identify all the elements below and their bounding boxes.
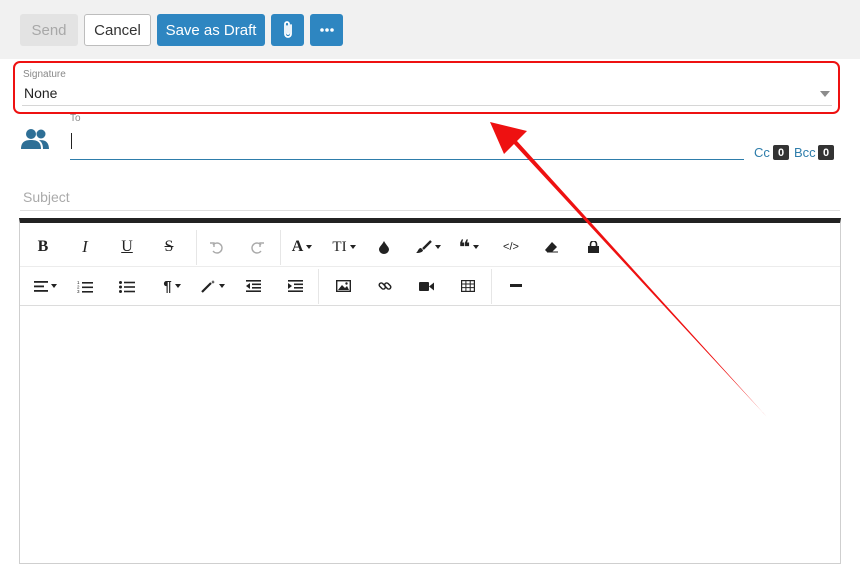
- align-icon[interactable]: [30, 271, 60, 301]
- send-button[interactable]: Send: [20, 14, 78, 46]
- toolbar-divider: [196, 230, 197, 265]
- table-icon[interactable]: [458, 271, 478, 301]
- to-label: To: [70, 113, 81, 124]
- save-draft-button[interactable]: Save as Draft: [157, 14, 265, 46]
- bcc-count-badge: 0: [818, 145, 834, 160]
- toolbar-divider: [318, 269, 319, 304]
- image-icon[interactable]: [333, 271, 353, 301]
- cancel-button[interactable]: Cancel: [84, 14, 151, 46]
- redo-icon[interactable]: [248, 232, 268, 262]
- lock-icon[interactable]: [586, 232, 600, 262]
- eraser-icon[interactable]: [540, 232, 562, 262]
- highlight-box: [13, 61, 840, 114]
- link-icon[interactable]: [375, 271, 395, 301]
- cc-link[interactable]: Cc: [754, 145, 770, 160]
- contacts-icon[interactable]: [20, 128, 50, 150]
- brush-icon[interactable]: [413, 232, 443, 262]
- code-view-icon[interactable]: </>: [500, 232, 522, 262]
- paperclip-icon: [283, 21, 292, 38]
- editor-toolbar-row-1: B I U S A TI ❝ </>: [20, 228, 840, 267]
- color-drop-icon[interactable]: [375, 232, 393, 262]
- ellipsis-icon: [319, 28, 334, 32]
- undo-icon[interactable]: [206, 232, 226, 262]
- ordered-list-icon[interactable]: 123: [76, 271, 94, 301]
- paragraph-icon[interactable]: ¶: [158, 271, 186, 301]
- attach-button[interactable]: [271, 14, 304, 46]
- horizontal-rule-icon[interactable]: [506, 271, 526, 301]
- font-size-icon[interactable]: TI: [329, 232, 359, 262]
- compose-toolbar: Send Cancel Save as Draft: [0, 0, 860, 59]
- blockquote-icon[interactable]: ❝: [454, 232, 484, 262]
- indent-icon[interactable]: [286, 271, 304, 301]
- svg-text:3: 3: [77, 289, 80, 293]
- subject-input[interactable]: [20, 184, 840, 211]
- bcc-link[interactable]: Bcc: [794, 145, 816, 160]
- underline-icon[interactable]: U: [118, 232, 136, 262]
- italic-icon[interactable]: I: [76, 232, 94, 262]
- text-cursor: [71, 133, 72, 149]
- editor-toolbar-row-2: 123 ¶: [20, 267, 840, 306]
- toolbar-divider: [280, 230, 281, 265]
- toolbar-divider: [491, 269, 492, 304]
- cc-count-badge: 0: [773, 145, 789, 160]
- outdent-icon[interactable]: [244, 271, 262, 301]
- video-icon[interactable]: [416, 271, 436, 301]
- rich-text-editor: B I U S A TI ❝ </> 123 ¶: [19, 218, 841, 564]
- font-family-icon[interactable]: A: [288, 232, 316, 262]
- bold-icon[interactable]: B: [34, 232, 52, 262]
- magic-wand-icon[interactable]: [198, 271, 228, 301]
- unordered-list-icon[interactable]: [118, 271, 136, 301]
- more-options-button[interactable]: [310, 14, 343, 46]
- to-input[interactable]: [70, 128, 744, 160]
- strikethrough-icon[interactable]: S: [160, 232, 178, 262]
